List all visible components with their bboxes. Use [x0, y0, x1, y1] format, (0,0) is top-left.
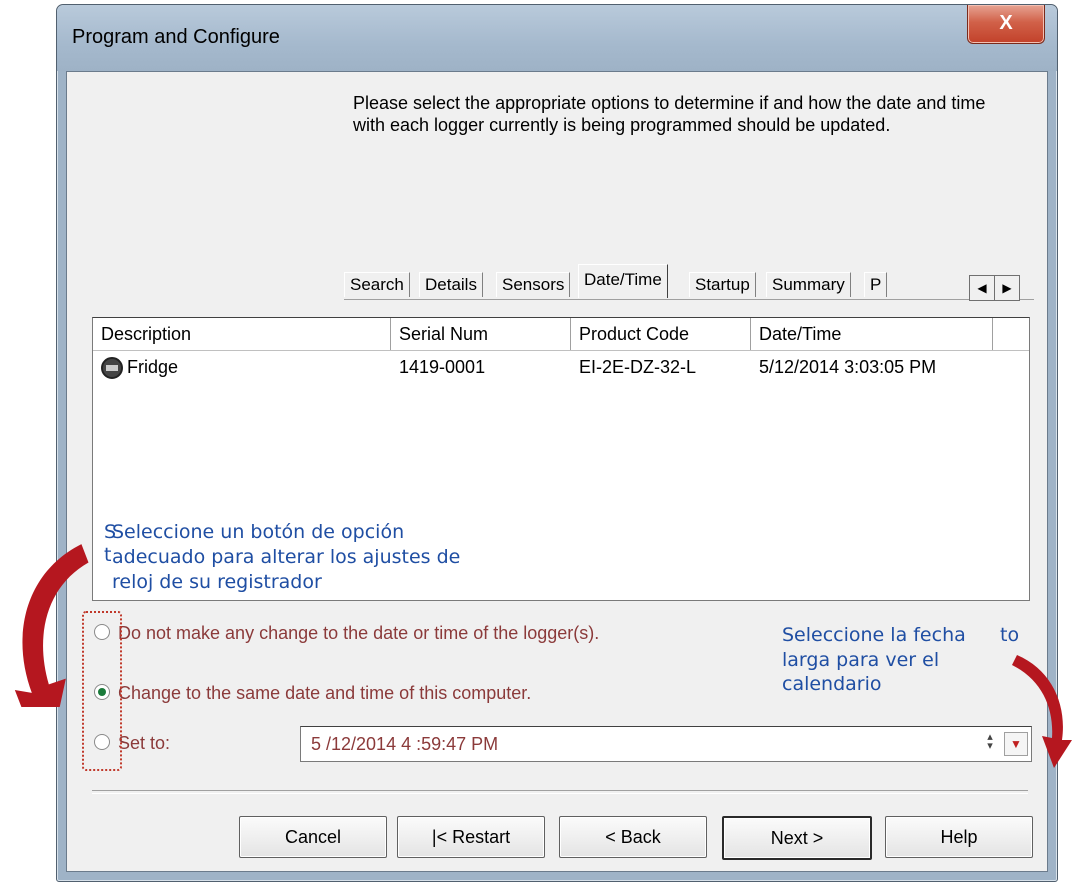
annotation-right-line2: larga para ver el: [782, 649, 940, 671]
table-row[interactable]: Fridge 1419-0001 EI-2E-DZ-32-L 5/12/2014…: [93, 352, 1029, 382]
tab-startup[interactable]: Startup: [689, 272, 756, 297]
annotation-left-line2: adecuado para alterar los ajustes de: [112, 546, 461, 568]
option-no-change[interactable]: Do not make any change to the date or ti…: [94, 618, 599, 648]
help-button[interactable]: Help: [885, 816, 1033, 858]
column-header-description[interactable]: Description: [93, 318, 391, 350]
arrow-left-icon[interactable]: ◀: [969, 275, 995, 301]
arrow-right-icon[interactable]: ▶: [994, 275, 1020, 301]
tab-details[interactable]: Details: [419, 272, 483, 297]
annotation-right-line1: Seleccione la fecha: [782, 624, 966, 646]
cell-description: Fridge: [93, 352, 178, 382]
annotation-left-line1: Seleccione un botón de opción: [112, 521, 405, 543]
annotation-right-line3: calendario: [782, 673, 882, 695]
instructions-text: Please select the appropriate options to…: [353, 93, 986, 135]
cell-date-time: 5/12/2014 3:03:05 PM: [759, 357, 937, 377]
column-header-date-time[interactable]: Date/Time: [751, 318, 993, 350]
window-title: Program and Configure: [72, 26, 280, 48]
cell-serial: 1419-0001: [399, 357, 486, 377]
option-same-as-computer-label: Change to the same date and time of this…: [118, 683, 532, 703]
tab-underline: [344, 299, 1034, 300]
tab-date-time[interactable]: Date/Time: [578, 264, 668, 298]
tab-search[interactable]: Search: [344, 272, 410, 297]
date-time-value[interactable]: 5 /12/2014 4 :59:47 PM: [301, 734, 498, 754]
separator: [92, 790, 1028, 794]
close-button[interactable]: X: [967, 5, 1045, 44]
tab-summary[interactable]: Summary: [766, 272, 851, 297]
cancel-button[interactable]: Cancel: [239, 816, 387, 858]
tab-strip: Search Details Sensors Date/Time Startup…: [344, 264, 1044, 298]
column-header-product-code[interactable]: Product Code: [571, 318, 751, 350]
restart-button[interactable]: |< Restart: [397, 816, 545, 858]
next-button[interactable]: Next >: [722, 816, 872, 860]
back-button[interactable]: < Back: [559, 816, 707, 858]
tab-sensors[interactable]: Sensors: [496, 272, 571, 297]
spinner-icon[interactable]: ▴ ▾: [979, 732, 1001, 755]
date-time-picker[interactable]: 5 /12/2014 4 :59:47 PM ▴ ▾ ▼: [300, 726, 1032, 762]
curved-arrow-left-icon: [14, 544, 89, 707]
dialog-body: Please select the appropriate options to…: [66, 71, 1048, 872]
cell-product-code: EI-2E-DZ-32-L: [579, 357, 697, 377]
option-set-to-label: Set to:: [118, 733, 171, 753]
title-bar[interactable]: Program and Configure X: [57, 5, 1057, 71]
curved-arrow-right-icon: [1012, 655, 1072, 768]
logger-icon: [101, 357, 123, 380]
option-no-change-label: Do not make any change to the date or ti…: [118, 623, 600, 643]
list-header: Description Serial Num Product Code Date…: [93, 318, 1029, 351]
annotation-left-line3: reloj de su registrador: [112, 571, 322, 593]
option-same-as-computer[interactable]: Change to the same date and time of this…: [94, 678, 531, 708]
description-text: Fridge: [127, 357, 179, 377]
annotation-stray-t: t: [104, 544, 112, 566]
program-configure-window: Program and Configure X Please select th…: [56, 4, 1058, 882]
tab-scroll-arrows: ◀ ▶: [969, 275, 1020, 301]
column-header-empty: [993, 318, 1029, 350]
tab-p[interactable]: P: [864, 272, 888, 297]
column-header-serial[interactable]: Serial Num: [391, 318, 571, 350]
annotation-right-frag: to: [1000, 624, 1020, 646]
